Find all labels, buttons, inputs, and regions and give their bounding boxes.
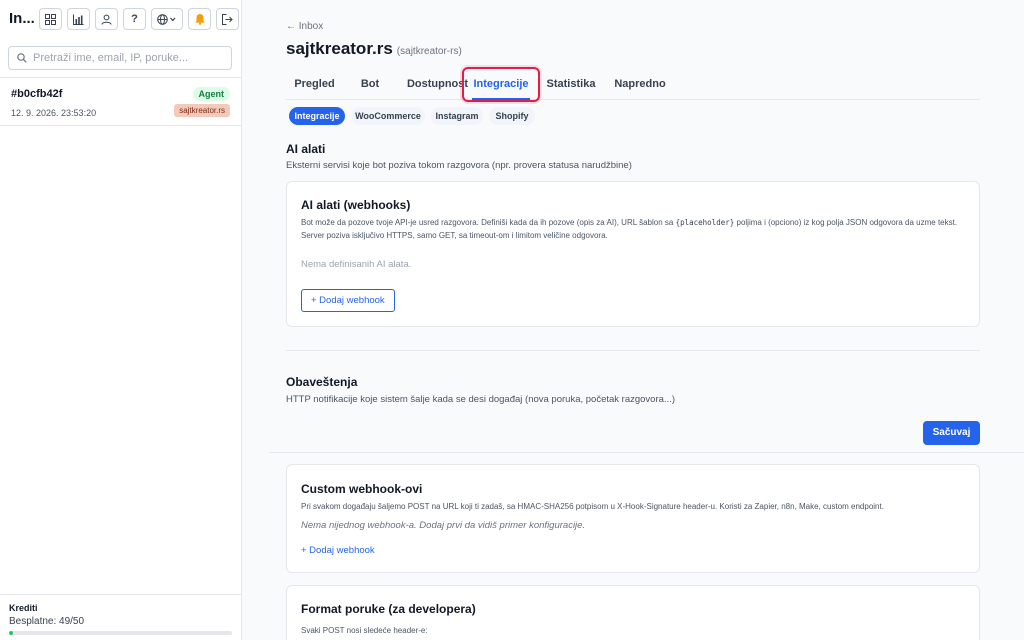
logout-icon[interactable] — [216, 8, 239, 30]
tab-napredno[interactable]: Napredno — [608, 70, 672, 99]
ai-tools-empty-state: Nema definisanih AI alata. — [301, 259, 412, 270]
add-custom-webhook-link[interactable]: + Dodaj webhook — [301, 545, 375, 556]
tab-statistika[interactable]: Statistika — [542, 70, 600, 99]
ai-tools-card: AI alati (webhooks) Bot može da pozove t… — [286, 181, 980, 327]
credits-label: Krediti — [9, 603, 38, 613]
placeholder-code: {placeholder} — [675, 218, 735, 227]
ai-webhooks-title: AI alati (webhooks) — [301, 198, 411, 212]
custom-webhooks-card: Custom webhook-ovi Pri svakom događaju š… — [286, 464, 980, 573]
status-badge: Agent — [192, 87, 230, 101]
custom-webhooks-title: Custom webhook-ovi — [301, 482, 423, 496]
subtab-woocommerce[interactable]: WooCommerce — [351, 107, 425, 125]
search-box — [8, 46, 232, 70]
site-badge: sajtkreator.rs — [174, 104, 230, 117]
search-input[interactable] — [33, 52, 223, 64]
credits-progress-fill — [9, 631, 14, 635]
conversation-item[interactable]: #b0cfb42f 12. 9. 2026. 23:53:20 Agent sa… — [0, 78, 241, 126]
sidebar: In... ? #b0 — [0, 0, 242, 640]
ai-tools-description: Eksterni servisi koje bot poziva tokom r… — [286, 160, 632, 171]
tabs: Pregled Bot Dostupnost Integracije Stati… — [286, 70, 980, 100]
toolbar: ? — [39, 8, 239, 30]
credits-panel: Krediti Besplatne: 49/50 — [0, 594, 241, 640]
help-icon[interactable]: ? — [123, 8, 146, 30]
custom-webhooks-description: Pri svakom događaju šaljemo POST na URL … — [301, 502, 884, 511]
ai-tools-title: AI alati — [286, 142, 326, 156]
message-format-description: Svaki POST nosi sledeće header-e: — [301, 626, 428, 635]
credits-value: Besplatne: 49/50 — [9, 616, 85, 627]
custom-webhooks-empty-state: Nema nijednog webhook-a. Dodaj prvi da v… — [301, 520, 586, 531]
user-icon[interactable] — [95, 8, 118, 30]
conversation-time: 12. 9. 2026. 23:53:20 — [11, 108, 97, 118]
notifications-description: HTTP notifikacije koje sistem šalje kada… — [286, 394, 675, 405]
section-divider — [286, 350, 980, 351]
save-button[interactable]: Sačuvaj — [923, 421, 980, 445]
tab-integracije[interactable]: Integracije — [468, 70, 534, 100]
tab-pregled[interactable]: Pregled — [286, 70, 343, 99]
notifications-title: Obaveštenja — [286, 375, 358, 389]
subtab-integracije[interactable]: Integracije — [289, 107, 345, 125]
search-icon — [17, 53, 27, 63]
conversation-id: #b0cfb42f — [11, 88, 63, 100]
page-title: sajtkreator.rs (sajtkreator-rs) — [286, 39, 462, 59]
app-title: In... — [9, 10, 35, 27]
bar-chart-icon[interactable] — [67, 8, 90, 30]
bell-icon[interactable] — [188, 8, 211, 30]
sidebar-header: In... ? — [0, 0, 241, 78]
tab-dostupnost[interactable]: Dostupnost — [397, 70, 478, 99]
add-ai-webhook-button[interactable]: + Dodaj webhook — [301, 289, 395, 312]
message-format-card: Format poruke (za developera) Svaki POST… — [286, 585, 980, 640]
tab-bot[interactable]: Bot — [349, 70, 391, 99]
back-to-inbox-link[interactable]: ← Inbox — [286, 21, 323, 32]
message-format-title: Format poruke (za developera) — [301, 602, 476, 616]
page-subtitle: (sajtkreator-rs) — [396, 46, 462, 57]
main-content: ← Inbox sajtkreator.rs (sajtkreator-rs) P… — [242, 0, 1024, 640]
subtab-shopify[interactable]: Shopify — [489, 107, 535, 125]
credits-progress-bar — [9, 631, 232, 635]
ai-webhooks-description: Bot može da pozove tvoje API-je usred ra… — [301, 218, 958, 240]
globe-icon[interactable] — [151, 8, 183, 30]
page-title-text: sajtkreator.rs — [286, 39, 393, 58]
subtab-instagram[interactable]: Instagram — [431, 107, 483, 125]
section-divider-full — [269, 452, 1024, 453]
grid-icon[interactable] — [39, 8, 62, 30]
